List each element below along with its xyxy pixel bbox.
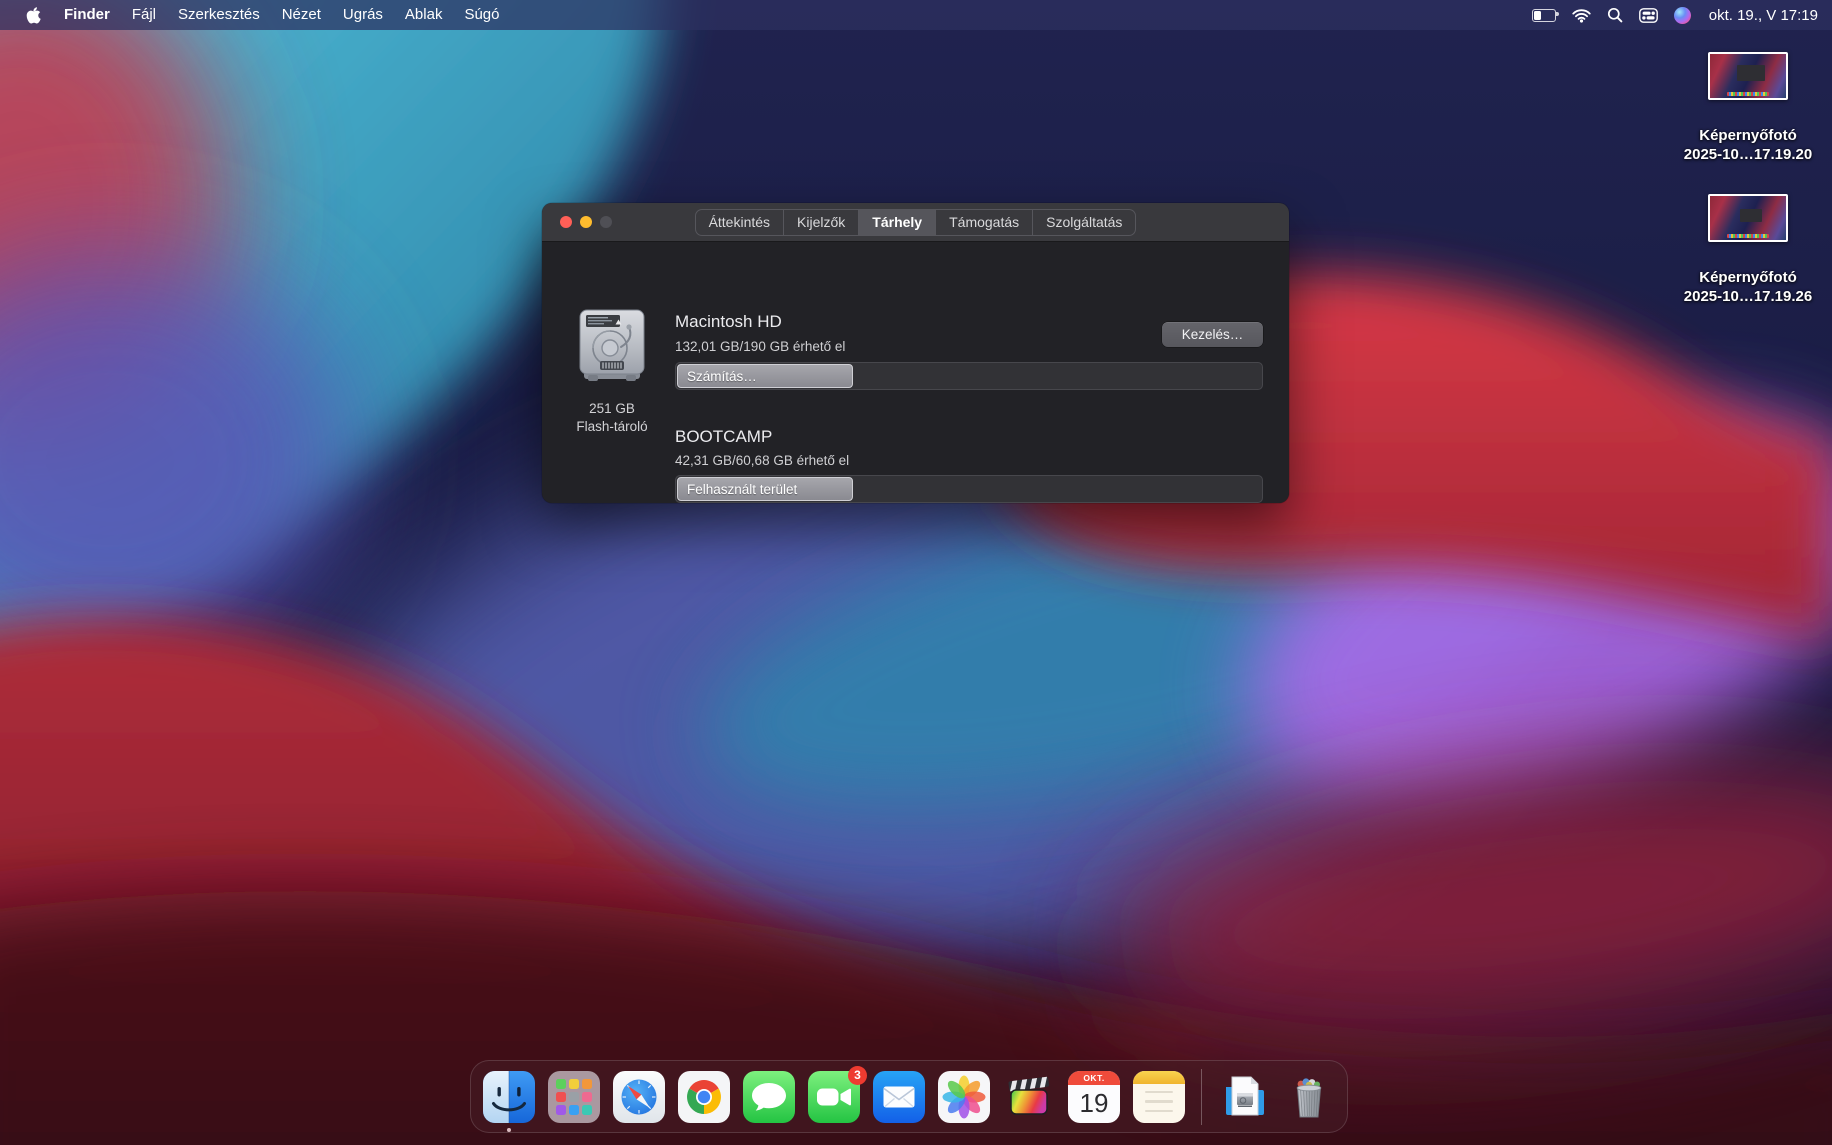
dock-messages[interactable] [743, 1070, 795, 1123]
chrome-icon [678, 1070, 730, 1123]
photos-icon [938, 1070, 990, 1123]
storage-bar-bootcamp: Felhasznált terület [675, 475, 1263, 503]
menu-bar-left: Finder Fájl Szerkesztés Nézet Ugrás Abla… [0, 0, 511, 30]
notification-badge: 3 [848, 1065, 867, 1085]
messages-icon [743, 1070, 795, 1123]
tab-szolgaltatas[interactable]: Szolgáltatás [1033, 210, 1135, 235]
menu-bar-status: okt. 19., V 17:19 [1531, 0, 1832, 30]
spotlight-search-icon[interactable] [1607, 7, 1623, 23]
final-cut-pro-icon [1008, 1076, 1049, 1115]
storage-bar-fill: Felhasznált terület [677, 477, 853, 501]
battery-fill [1533, 10, 1542, 20]
menu-clock[interactable]: okt. 19., V 17:19 [1709, 7, 1818, 24]
window-tabs: Áttekintés Kijelzők Tárhely Támogatás Sz… [694, 208, 1137, 236]
menu-bar: Finder Fájl Szerkesztés Nézet Ugrás Abla… [0, 0, 1832, 30]
disk-image-document-icon [1226, 1076, 1264, 1115]
tab-tarhely[interactable]: Tárhely [859, 209, 937, 235]
safari-icon [613, 1070, 665, 1123]
notes-icon [1133, 1070, 1185, 1123]
tab-kijelzok[interactable]: Kijelzők [784, 209, 860, 235]
menu-item-window[interactable]: Ablak [394, 0, 454, 30]
zoom-button[interactable] [600, 216, 612, 228]
storage-panel: 251 GB Flash-tároló Macintosh HD 132,01 … [542, 242, 1289, 503]
dock-trash[interactable] [1283, 1071, 1335, 1123]
dock-final-cut-pro[interactable] [1003, 1071, 1055, 1123]
disk-caption: 251 GB Flash-tároló [576, 401, 648, 434]
dock-safari[interactable] [613, 1070, 665, 1123]
menu-item-help[interactable]: Súgó [453, 0, 510, 30]
dock-photos[interactable] [938, 1070, 990, 1123]
finder-icon [483, 1070, 535, 1123]
wallpaper [0, 0, 1832, 1145]
volume-name-bootcamp: BOOTCAMP [675, 427, 773, 446]
hard-drive-icon [579, 309, 645, 381]
menu-item-go[interactable]: Ugrás [332, 0, 394, 30]
tab-attekintes[interactable]: Áttekintés [696, 209, 785, 235]
dock-chrome[interactable] [678, 1070, 730, 1123]
storage-bar-label: Felhasznált terület [687, 481, 798, 497]
menu-item-file[interactable]: Fájl [121, 0, 167, 30]
calendar-day: 19 [1079, 1087, 1109, 1118]
desktop: Finder Fájl Szerkesztés Nézet Ugrás Abla… [0, 0, 1832, 1145]
screenshot-thumbnail [1708, 52, 1788, 100]
storage-bar-fill: Számítás… [677, 364, 853, 388]
dock-mail[interactable] [873, 1070, 925, 1123]
calendar-month: OKT. [1068, 1070, 1120, 1085]
traffic-lights [560, 203, 612, 241]
apple-menu[interactable] [14, 0, 53, 30]
wifi-icon[interactable] [1572, 8, 1591, 23]
battery-icon[interactable] [1531, 8, 1559, 22]
running-indicator [507, 1127, 511, 1132]
dock-notes[interactable] [1133, 1070, 1185, 1123]
dock: 3 OKT. 19 [470, 1060, 1348, 1133]
dock-separator [1201, 1068, 1202, 1125]
dock-disk-image-document[interactable] [1218, 1071, 1270, 1123]
mail-icon [873, 1070, 925, 1123]
calendar-icon: OKT. 19 [1068, 1070, 1120, 1123]
storage-bar-label: Számítás… [687, 368, 757, 384]
close-button[interactable] [560, 216, 572, 228]
dock-facetime[interactable]: 3 [808, 1065, 867, 1123]
volume-name-macintosh-hd: Macintosh HD [675, 312, 782, 331]
menu-item-edit[interactable]: Szerkesztés [167, 0, 271, 30]
menu-item-view[interactable]: Nézet [271, 0, 332, 30]
screenshot-thumbnail [1708, 194, 1788, 242]
menu-item-finder[interactable]: Finder [53, 0, 121, 30]
desktop-file-screenshot-2[interactable]: Képernyőfotó 2025-10…17.19.26 [1673, 194, 1823, 306]
desktop-file-label: Képernyőfotó 2025-10…17.19.26 [1683, 269, 1813, 305]
apple-logo-icon [26, 7, 41, 24]
siri-icon[interactable] [1673, 6, 1691, 24]
volume-available-macintosh-hd: 132,01 GB/190 GB érhető el [675, 339, 846, 354]
dock-finder[interactable] [483, 1070, 535, 1132]
control-center-icon[interactable] [1638, 7, 1658, 23]
launchpad-icon [548, 1070, 600, 1123]
volume-available-bootcamp: 42,31 GB/60,68 GB érhető el [675, 453, 850, 468]
tab-tamogatas[interactable]: Támogatás [936, 209, 1034, 235]
about-mac-window: Áttekintés Kijelzők Tárhely Támogatás Sz… [542, 203, 1289, 503]
desktop-file-label: Képernyőfotó 2025-10…17.19.20 [1683, 127, 1813, 163]
dock-launchpad[interactable] [548, 1070, 600, 1123]
minimize-button[interactable] [580, 216, 592, 228]
dock-calendar[interactable]: OKT. 19 [1068, 1070, 1120, 1123]
trash-full-icon [1296, 1077, 1322, 1117]
manage-button[interactable]: Kezelés… [1162, 322, 1263, 347]
desktop-file-screenshot-1[interactable]: Képernyőfotó 2025-10…17.19.20 [1673, 52, 1823, 164]
window-titlebar[interactable]: Áttekintés Kijelzők Tárhely Támogatás Sz… [542, 203, 1289, 242]
storage-bar-macintosh-hd: Számítás… [675, 362, 1263, 390]
